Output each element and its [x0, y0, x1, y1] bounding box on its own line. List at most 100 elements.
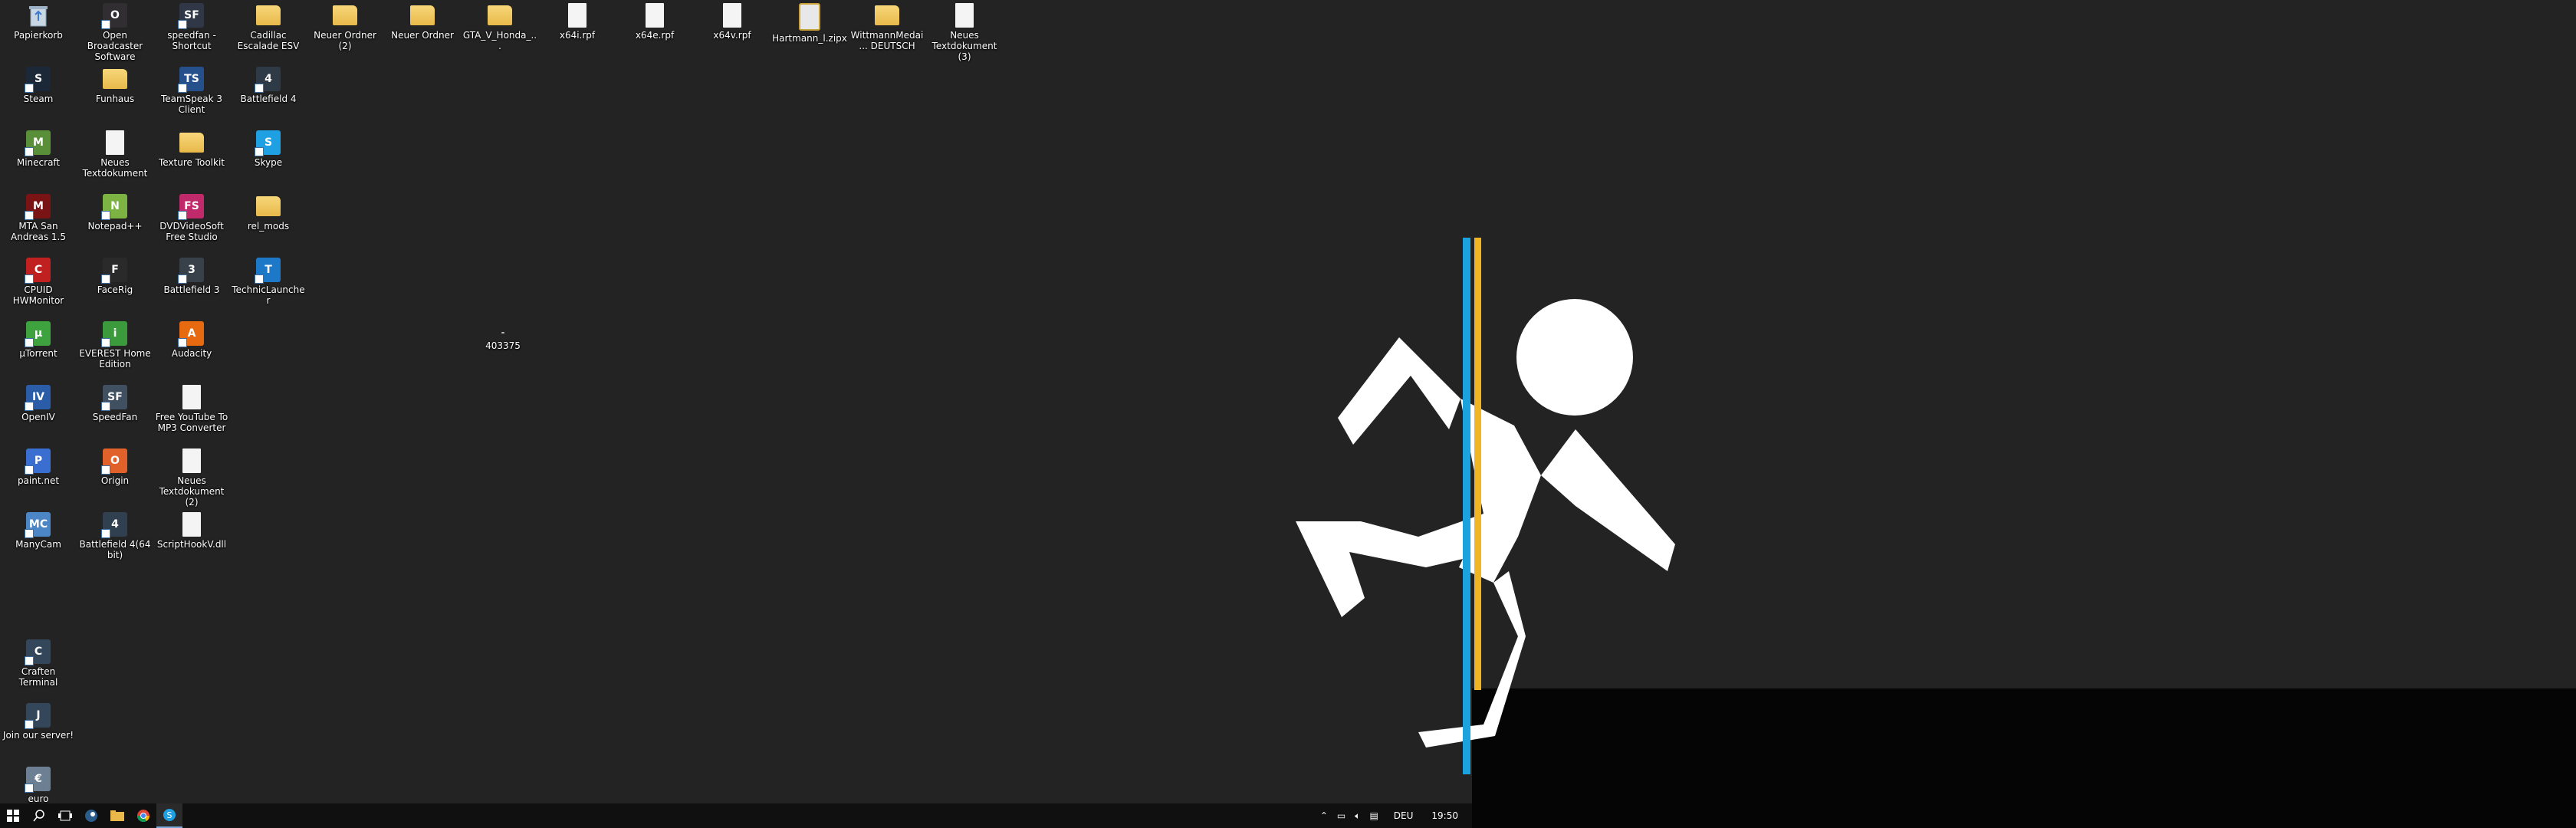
desktop-icon[interactable]: M MTA San Andreas 1.5: [0, 191, 77, 254]
volume-icon[interactable]: 🔈︎: [1350, 810, 1365, 822]
desktop-icon[interactable]: N Notepad++: [77, 191, 153, 254]
desktop-icon[interactable]: C CPUID HWMonitor: [0, 255, 77, 317]
desktop-icon[interactable]: SF speedfan - Shortcut: [153, 0, 230, 63]
desktop-icon-label: Neues Textdokument (2): [159, 475, 225, 508]
folder-icon: [103, 69, 127, 89]
desktop-icon[interactable]: SF SpeedFan: [77, 382, 153, 445]
zip-file-icon: [799, 3, 820, 31]
text-document-icon: [955, 3, 974, 28]
desktop-icon[interactable]: J Join our server!: [0, 700, 77, 763]
desktop-icon[interactable]: Texture Toolkit: [153, 127, 230, 190]
desktop-icon[interactable]: MC ManyCam: [0, 509, 77, 572]
desktop-icon[interactable]: O Open Broadcaster Software: [77, 0, 153, 63]
desktop-icon[interactable]: Funhaus: [77, 64, 153, 127]
desktop-icon[interactable]: 403375: [465, 318, 541, 381]
desktop-icon[interactable]: C Craften Terminal: [0, 636, 77, 699]
file-explorer-icon[interactable]: [104, 803, 130, 828]
network-icon[interactable]: ▭: [1332, 810, 1350, 821]
desktop-icon[interactable]: Neues Textdokument (2): [153, 445, 230, 508]
image-file-icon: €: [25, 767, 51, 793]
desktop-icon[interactable]: Neuer Ordner: [384, 0, 461, 63]
desktop-icon[interactable]: A Audacity: [153, 318, 230, 381]
desktop-icon-label: 403375: [485, 340, 521, 351]
mta-icon: M: [25, 194, 51, 220]
desktop-icon-label: Notepad++: [87, 221, 143, 232]
task-view-icon[interactable]: [52, 803, 78, 828]
desktop-icon[interactable]: S Steam: [0, 64, 77, 127]
desktop-icon[interactable]: M Minecraft: [0, 127, 77, 190]
search-icon[interactable]: [26, 803, 52, 828]
everest-icon: i: [101, 321, 127, 347]
skype-icon: S: [255, 130, 281, 156]
openiv-icon: IV: [25, 385, 51, 411]
desktop-icon-label: Neues Textdokument (3): [932, 30, 997, 62]
hwmonitor-icon: C: [25, 258, 51, 284]
desktop-icon[interactable]: 4 Battlefield 4(64 bit): [77, 509, 153, 572]
desktop-icon-label: GTA_V_Honda_...: [462, 30, 537, 51]
desktop-icon[interactable]: GTA_V_Honda_...: [462, 0, 538, 63]
dvdvideosoft-icon: FS: [178, 194, 204, 220]
desktop-icon[interactable]: 3 Battlefield 3: [153, 255, 230, 317]
desktop-icon[interactable]: ScriptHookV.dll: [153, 509, 230, 572]
paintnet-icon: P: [25, 449, 51, 475]
technic-icon: T: [255, 258, 281, 284]
desktop-icon[interactable]: Ppaint.net: [0, 445, 77, 508]
desktop-icon-label: µTorrent: [19, 348, 58, 359]
desktop-icon[interactable]: F FaceRig: [77, 255, 153, 317]
join-server-icon: J: [25, 703, 51, 729]
desktop-icon[interactable]: rel_mods: [230, 191, 307, 254]
desktop-icon[interactable]: i EVEREST Home Edition: [77, 318, 153, 381]
speedfan-shortcut-icon: SF: [178, 3, 204, 29]
clock[interactable]: 19:50: [1424, 810, 1472, 821]
desktop-icon[interactable]: 4 Battlefield 4: [230, 64, 307, 127]
small-file-icon: [501, 332, 504, 334]
notification-icon[interactable]: ▤: [1365, 810, 1382, 821]
desktop-icon[interactable]: Free YouTube To MP3 Converter: [153, 382, 230, 445]
steam-icon[interactable]: [78, 803, 104, 828]
desktop-icon[interactable]: TS TeamSpeak 3 Client: [153, 64, 230, 127]
desktop-icon[interactable]: IV OpenIV: [0, 382, 77, 445]
desktop-icon[interactable]: x64v.rpf: [694, 0, 770, 63]
desktop-icon[interactable]: FS DVDVideoSoft Free Studio: [153, 191, 230, 254]
desktop-icon[interactable]: S Skype: [230, 127, 307, 190]
chevron-up-icon[interactable]: ⌃: [1316, 810, 1332, 821]
desktop-icon[interactable]: x64e.rpf: [616, 0, 693, 63]
desktop-icon-label: Origin: [100, 475, 130, 486]
desktop-icon[interactable]: Papierkorb: [0, 0, 77, 63]
desktop-icon-label: Neues Textdokument: [82, 157, 148, 179]
desktop-icon[interactable]: x64i.rpf: [539, 0, 616, 63]
minecraft-icon: M: [25, 130, 51, 156]
desktop: Papierkorb S Steam M Minecraft M MTA San Andre…: [0, 0, 1472, 828]
desktop-icon[interactable]: Hartmann_l.zipx: [771, 0, 848, 63]
folder-icon: [179, 133, 204, 153]
desktop-icon[interactable]: WittmannMedai... DEUTSCH: [849, 0, 925, 63]
desktop-icon[interactable]: Neues Textdokument (3): [926, 0, 1003, 63]
battlefield4-64-icon: 4: [101, 512, 127, 538]
desktop-icon[interactable]: Neuer Ordner (2): [307, 0, 383, 63]
desktop-icon-label: x64i.rpf: [559, 30, 596, 41]
desktop-icon[interactable]: T TechnicLauncher: [230, 255, 307, 317]
desktop-icon-label: Skype: [254, 157, 283, 168]
language-indicator[interactable]: DEU: [1383, 810, 1424, 821]
desktop-icon[interactable]: Neues Textdokument: [77, 127, 153, 190]
desktop-icon-label: CPUID HWMonitor: [12, 284, 64, 306]
desktop-icon[interactable]: O Origin: [77, 445, 153, 508]
start-icon[interactable]: [0, 803, 26, 828]
dll-file-icon: [182, 512, 201, 537]
taskbar: S ⌃ ▭ 🔈︎ ▤ DEU 19:50: [0, 803, 1472, 828]
desktop-icon[interactable]: Cadillac Escalade ESV: [230, 0, 307, 63]
battlefield4-icon: 4: [255, 67, 281, 93]
desktop-icon-label: ScriptHookV.dll: [156, 539, 227, 550]
folder-icon: [333, 5, 357, 25]
desktop-icon-label: paint.net: [17, 475, 60, 486]
craften-icon: C: [25, 639, 51, 665]
desktop-icon-label: TechnicLauncher: [232, 284, 305, 306]
desktop-icon-label: EVEREST Home Edition: [79, 348, 151, 370]
desktop-icon-label: Texture Toolkit: [158, 157, 225, 168]
desktop-icon-label: Free YouTube To MP3 Converter: [155, 412, 228, 433]
desktop-icon-label: Hartmann_l.zipx: [772, 33, 847, 44]
chrome-icon[interactable]: [130, 803, 156, 828]
skype-icon[interactable]: S: [156, 803, 182, 828]
desktop-icon-label: Open Broadcaster Software: [87, 30, 143, 62]
desktop-icon[interactable]: µ µTorrent: [0, 318, 77, 381]
